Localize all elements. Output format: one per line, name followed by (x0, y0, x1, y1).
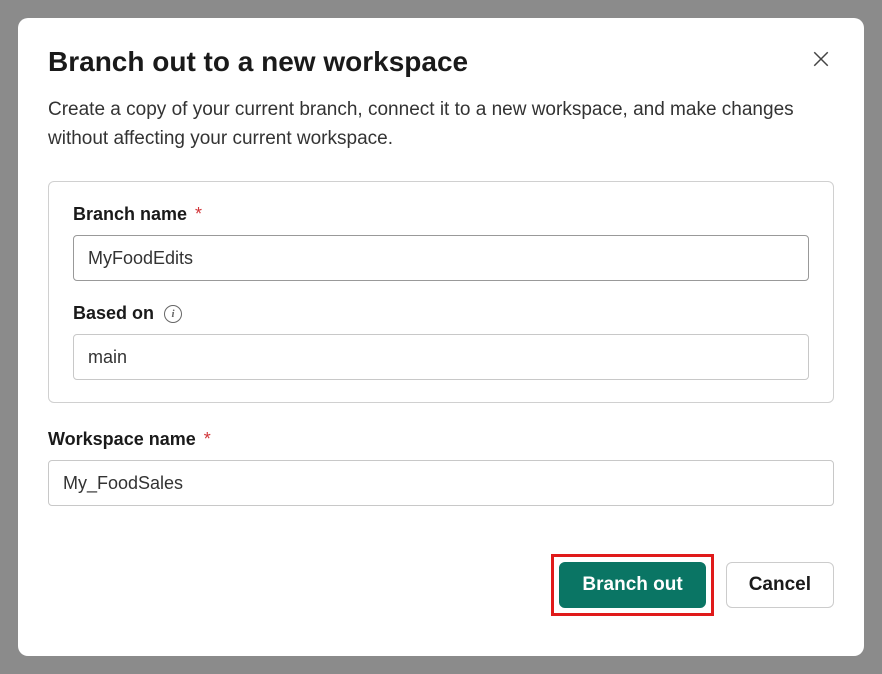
primary-button-highlight: Branch out (551, 554, 713, 616)
branch-out-modal: Branch out to a new workspace Create a c… (18, 18, 864, 656)
modal-footer: Branch out Cancel (48, 554, 834, 616)
branch-name-field: Branch name * (73, 204, 809, 281)
branch-name-label: Branch name * (73, 204, 809, 225)
required-indicator: * (195, 204, 202, 225)
based-on-label-text: Based on (73, 303, 154, 324)
branch-name-input[interactable] (73, 235, 809, 281)
modal-header: Branch out to a new workspace (48, 46, 834, 78)
cancel-wrap: Cancel (726, 554, 834, 616)
cancel-button[interactable]: Cancel (726, 562, 834, 608)
workspace-name-field: Workspace name * (48, 429, 834, 506)
close-button[interactable] (808, 46, 834, 72)
based-on-field: Based on i (73, 303, 809, 380)
workspace-name-label-text: Workspace name (48, 429, 196, 450)
required-indicator: * (204, 429, 211, 450)
modal-title: Branch out to a new workspace (48, 46, 468, 78)
based-on-label: Based on i (73, 303, 809, 324)
branch-out-button[interactable]: Branch out (559, 562, 705, 608)
workspace-name-label: Workspace name * (48, 429, 834, 450)
branch-fields-group: Branch name * Based on i (48, 181, 834, 403)
info-icon[interactable]: i (164, 305, 182, 323)
based-on-input[interactable] (73, 334, 809, 380)
close-icon (812, 50, 830, 68)
workspace-name-input[interactable] (48, 460, 834, 506)
branch-name-label-text: Branch name (73, 204, 187, 225)
modal-description: Create a copy of your current branch, co… (48, 96, 834, 153)
